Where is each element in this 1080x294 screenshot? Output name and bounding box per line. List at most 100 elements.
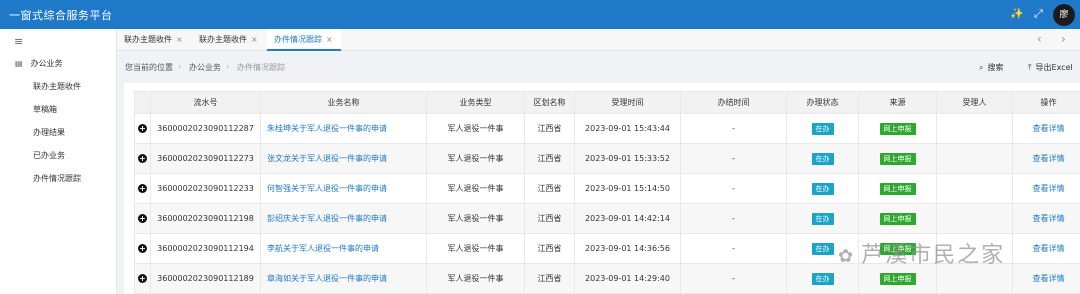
table-row: + 3600002023090112233 何智强关于军人退役一件事的申请 军人…	[134, 173, 1080, 204]
expand-cell[interactable]: +	[134, 113, 151, 144]
operation-cell[interactable]: 查看详情	[1012, 143, 1080, 174]
table-row: + 3600002023090112273 张文龙关于军人退役一件事的申请 军人…	[134, 143, 1080, 174]
close-icon[interactable]: ×	[251, 35, 258, 44]
source-badge: 网上申报	[879, 152, 916, 165]
finished-time-cell: -	[680, 173, 787, 204]
status-cell: 在办	[786, 113, 859, 144]
sidebar-group-label: 办公业务	[30, 59, 63, 68]
sidebar-item-done[interactable]: 已办业务	[33, 150, 65, 161]
business-name-link[interactable]: 李航关于军人退役一件事的申请	[267, 244, 379, 253]
plus-circle-icon[interactable]: +	[138, 244, 147, 253]
breadcrumb-office[interactable]: 办公业务	[189, 62, 221, 73]
serial-cell: 3600002023090112233	[150, 173, 261, 204]
operation-cell[interactable]: 查看详情	[1012, 173, 1080, 204]
business-name-cell[interactable]: 章海如关于军人退役一件事的申请	[260, 263, 427, 294]
sidebar-item-results[interactable]: 办理结果	[33, 127, 65, 138]
breadcrumb-bar: 您当前的位置 › 办公业务 › 办件情况跟踪 ⌕ 搜索 ⤒ 导出Excel	[117, 52, 1080, 82]
expand-cell[interactable]: +	[134, 203, 151, 234]
chevron-right-icon[interactable]: ›	[1061, 32, 1066, 46]
plus-circle-icon[interactable]: +	[138, 124, 147, 133]
finished-time-cell: -	[680, 263, 787, 294]
sidebar-item-drafts[interactable]: 草稿箱	[33, 104, 57, 115]
business-name-cell[interactable]: 朱桂坤关于军人退役一件事的申请	[260, 113, 427, 144]
view-details-link[interactable]: 查看详情	[1033, 154, 1065, 163]
plus-circle-icon[interactable]: +	[138, 184, 147, 193]
view-details-link[interactable]: 查看详情	[1033, 274, 1065, 283]
expand-icon[interactable]: ⤢	[1034, 7, 1043, 21]
region-cell: 江西省	[524, 113, 575, 144]
expand-cell[interactable]: +	[134, 233, 151, 264]
business-name-link[interactable]: 章海如关于军人退役一件事的申请	[267, 274, 387, 283]
column-header: 操作	[1012, 91, 1080, 114]
tab-joint-intake-1[interactable]: 联办主题收件 ×	[117, 29, 191, 51]
finished-time-cell: -	[680, 203, 787, 234]
chevron-left-icon[interactable]: ‹	[1037, 32, 1042, 46]
business-name-link[interactable]: 彭绍庆关于军人退役一件事的申请	[267, 214, 387, 223]
view-details-link[interactable]: 查看详情	[1033, 214, 1065, 223]
accepted-time-cell: 2023-09-01 14:42:14	[574, 203, 681, 234]
expand-cell[interactable]: +	[134, 263, 151, 294]
plus-circle-icon[interactable]: +	[138, 214, 147, 223]
finished-time-cell: -	[680, 143, 787, 174]
view-details-link[interactable]: 查看详情	[1033, 184, 1065, 193]
column-header: 业务类型	[426, 91, 525, 114]
handler-cell	[936, 173, 1013, 204]
export-button[interactable]: ⤒ 导出Excel	[1028, 62, 1073, 73]
app-title: 一窗式综合服务平台	[9, 9, 113, 22]
status-badge: 在办	[811, 182, 834, 195]
serial-cell: 3600002023090112194	[150, 233, 261, 264]
close-icon[interactable]: ×	[176, 35, 183, 44]
source-badge: 网上申报	[879, 212, 916, 225]
tab-label: 联办主题收件	[199, 35, 247, 44]
accepted-time-cell: 2023-09-01 15:33:52	[574, 143, 681, 174]
sidebar-group-office[interactable]: ▤ 办公业务	[15, 58, 63, 69]
watermark: ✿ 芦溪市民之家	[838, 237, 1005, 269]
accepted-time-cell: 2023-09-01 15:14:50	[574, 173, 681, 204]
view-details-link[interactable]: 查看详情	[1033, 244, 1065, 253]
sidebar-item-tracking[interactable]: 办件情况跟踪	[33, 173, 81, 184]
operation-cell[interactable]: 查看详情	[1012, 233, 1080, 264]
business-name-cell[interactable]: 何智强关于军人退役一件事的申请	[260, 173, 427, 204]
wand-icon[interactable]: ✨	[1010, 7, 1024, 20]
region-cell: 江西省	[524, 143, 575, 174]
source-badge: 网上申报	[879, 272, 916, 285]
business-name-cell[interactable]: 彭绍庆关于军人退役一件事的申请	[260, 203, 427, 234]
column-header: 业务名称	[260, 91, 427, 114]
business-name-link[interactable]: 朱桂坤关于军人退役一件事的申请	[267, 124, 387, 133]
wechat-icon: ✿	[838, 246, 856, 267]
top-bar: 一窗式综合服务平台 ✨ ⤢ 廖	[0, 0, 1080, 29]
tab-joint-intake-2[interactable]: 联办主题收件 ×	[192, 29, 266, 51]
business-name-link[interactable]: 张文龙关于军人退役一件事的申请	[267, 154, 387, 163]
view-details-link[interactable]: 查看详情	[1033, 124, 1065, 133]
operation-cell[interactable]: 查看详情	[1012, 263, 1080, 294]
plus-circle-icon[interactable]: +	[138, 154, 147, 163]
business-type-cell: 军人退役一件事	[426, 263, 525, 294]
expand-cell[interactable]: +	[134, 143, 151, 174]
status-cell: 在办	[786, 143, 859, 174]
business-type-cell: 军人退役一件事	[426, 113, 525, 144]
search-button[interactable]: ⌕ 搜索	[979, 62, 1003, 73]
source-cell: 网上申报	[858, 203, 937, 234]
table-row: + 3600002023090112287 朱桂坤关于军人退役一件事的申请 军人…	[134, 113, 1080, 144]
sidebar-item-joint-intake[interactable]: 联办主题收件	[33, 81, 81, 92]
operation-cell[interactable]: 查看详情	[1012, 203, 1080, 234]
business-name-cell[interactable]: 李航关于军人退役一件事的申请	[260, 233, 427, 264]
breadcrumb-prefix: 您当前的位置	[125, 63, 173, 72]
business-name-link[interactable]: 何智强关于军人退役一件事的申请	[267, 184, 387, 193]
tab-tracking[interactable]: 办件情况跟踪 ×	[267, 29, 341, 51]
menu-icon[interactable]: ≡	[14, 35, 23, 48]
close-icon[interactable]: ×	[326, 35, 333, 44]
avatar[interactable]: 廖	[1053, 4, 1075, 26]
column-header: 区划名称	[524, 91, 575, 114]
business-name-cell[interactable]: 张文龙关于军人退役一件事的申请	[260, 143, 427, 174]
plus-circle-icon[interactable]: +	[138, 274, 147, 283]
operation-cell[interactable]: 查看详情	[1012, 113, 1080, 144]
source-badge: 网上申报	[879, 122, 916, 135]
table-row: + 3600002023090112198 彭绍庆关于军人退役一件事的申请 军人…	[134, 203, 1080, 234]
chevron-right-icon: ›	[226, 62, 230, 71]
business-type-cell: 军人退役一件事	[426, 143, 525, 174]
finished-time-cell: -	[680, 113, 787, 144]
search-label: 搜索	[987, 63, 1004, 72]
expand-cell[interactable]: +	[134, 173, 151, 204]
column-header: 受理人	[936, 91, 1013, 114]
